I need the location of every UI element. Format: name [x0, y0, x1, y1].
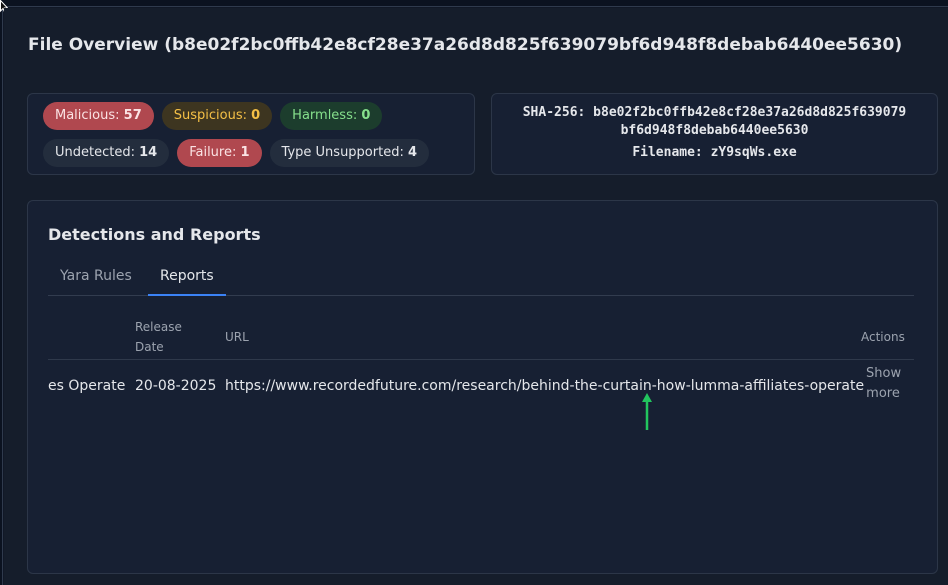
failure-badge: Failure: 1 — [177, 139, 262, 167]
column-header-release-date[interactable]: Release Date — [135, 317, 195, 357]
column-header-url[interactable]: URL — [225, 327, 249, 347]
report-url-link[interactable]: https://www.recordedfuture.com/research/… — [225, 376, 864, 396]
table-header-divider — [48, 359, 914, 360]
left-border — [0, 7, 3, 585]
tab-yara-rules[interactable]: Yara Rules — [48, 259, 144, 296]
column-header-actions: Actions — [861, 330, 905, 344]
malicious-badge: Malicious: 57 — [43, 102, 154, 130]
detections-title: Detections and Reports — [48, 225, 261, 244]
sha256-line-1: SHA-256: b8e02f2bc0ffb42e8cf28e37a26d8d8… — [522, 105, 907, 120]
top-border — [0, 0, 948, 7]
suspicious-badge: Suspicious: 0 — [161, 102, 273, 130]
verdict-badges: Malicious: 57 Suspicious: 0 Harmless: 0 … — [43, 102, 473, 167]
detections-card: Detections and Reports Yara Rules Report… — [27, 200, 938, 574]
show-more-button[interactable]: Show more — [866, 364, 901, 404]
type-unsupported-badge: Type Unsupported: 4 — [269, 139, 430, 167]
tab-reports[interactable]: Reports — [148, 259, 226, 296]
file-hash-card: SHA-256: b8e02f2bc0ffb42e8cf28e37a26d8d8… — [491, 93, 938, 175]
undetected-badge: Undetected: 14 — [43, 139, 170, 167]
report-name-cell: es Operate — [48, 378, 126, 394]
page-title: File Overview (b8e02f2bc0ffb42e8cf28e37a… — [28, 35, 903, 55]
verdict-stats-card: Malicious: 57 Suspicious: 0 Harmless: 0 … — [27, 93, 475, 175]
harmless-badge: Harmless: 0 — [280, 102, 383, 130]
filename: Filename: zY9sqWs.exe — [632, 145, 797, 160]
arrow-up-icon — [642, 393, 652, 430]
sha256-line-2: bf6d948f8debab6440ee5630 — [620, 123, 809, 138]
file-overview-page: File Overview (b8e02f2bc0ffb42e8cf28e37a… — [4, 8, 948, 585]
detections-tabs: Yara Rules Reports — [48, 259, 914, 296]
report-date-cell: 20-08-2025 — [135, 378, 217, 394]
